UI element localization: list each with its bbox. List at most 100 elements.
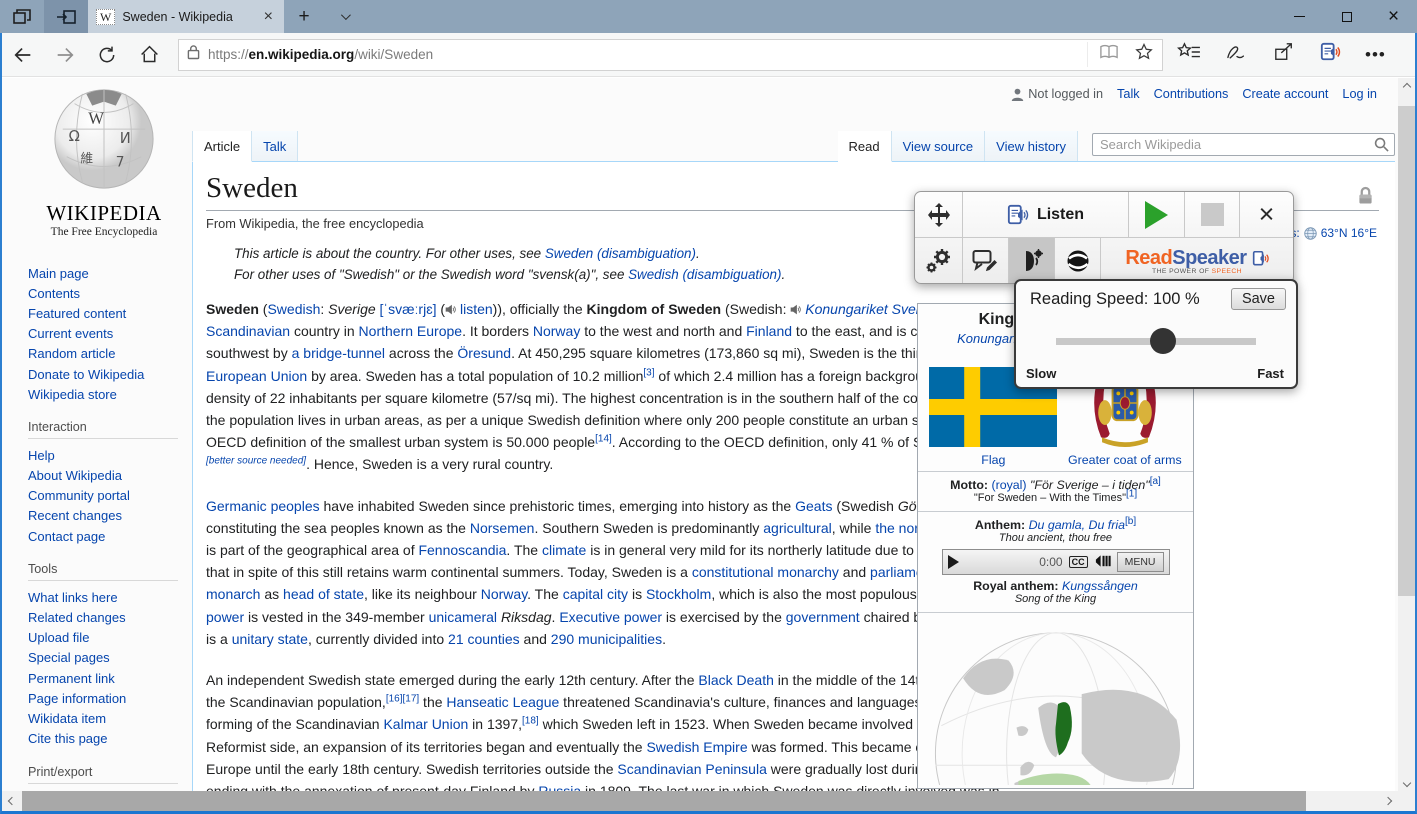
sidebar-link[interactable]: What links here [28, 587, 178, 607]
minimize-button[interactable] [1276, 0, 1323, 33]
reference-link[interactable]: [1] [1126, 488, 1137, 499]
personal-link-talk[interactable]: Talk [1117, 87, 1140, 101]
wiki-link[interactable]: unicameral [429, 609, 497, 625]
wiki-link[interactable]: Geats [795, 498, 832, 514]
wiki-link[interactable]: Sweden (disambiguation) [545, 246, 696, 261]
wiki-link[interactable]: Swedish (disambiguation) [628, 267, 781, 282]
wiki-link[interactable]: Fennoscandia [418, 542, 506, 558]
annotate-pen-icon[interactable] [1225, 42, 1249, 67]
wiki-link[interactable]: Finland [746, 323, 792, 339]
reference-link[interactable]: [18] [522, 716, 539, 727]
audio-play-icon[interactable] [947, 555, 959, 569]
sidebar-link[interactable]: Recent changes [28, 506, 178, 526]
horizontal-scroll-thumb[interactable] [22, 791, 1306, 811]
settings-gears-icon[interactable] [915, 238, 963, 283]
wiki-link[interactable]: Hanseatic League [446, 694, 559, 710]
sidebar-link[interactable]: Donate to Wikipedia [28, 364, 178, 384]
sidebar-link[interactable]: Permanent link [28, 668, 178, 688]
scroll-left-arrow[interactable] [2, 791, 22, 811]
wiki-link[interactable]: unitary state [232, 631, 308, 647]
back-icon[interactable] [2, 44, 44, 66]
drag-move-icon[interactable] [915, 192, 963, 237]
settings-more-icon[interactable]: ••• [1365, 45, 1386, 65]
wiki-link[interactable]: [ˈsvæːrjɛ] [380, 301, 437, 317]
sidebar-link[interactable]: Related changes [28, 607, 178, 627]
wiki-link[interactable]: monarch [206, 586, 260, 602]
personal-link-contributions[interactable]: Contributions [1154, 87, 1229, 101]
wiki-link[interactable]: Germanic peoples [206, 498, 320, 514]
forward-icon[interactable] [44, 44, 86, 66]
tab-article[interactable]: Article [192, 131, 253, 162]
tab-view-source[interactable]: View source [891, 131, 986, 161]
vertical-scroll-thumb[interactable] [1398, 106, 1415, 596]
wiki-link[interactable]: Black Death [698, 672, 773, 688]
wiki-link[interactable]: European Union [206, 368, 307, 384]
wiki-link[interactable]: Norsemen [470, 520, 535, 536]
play-button[interactable] [1129, 192, 1185, 237]
listen-button[interactable]: Listen [963, 192, 1129, 237]
tab-view-history[interactable]: View history [985, 131, 1078, 161]
volume-icon[interactable] [1094, 554, 1111, 571]
refresh-icon[interactable] [86, 45, 128, 65]
set-aside-tabs-icon[interactable] [44, 0, 88, 33]
reference-link[interactable]: [a] [1150, 476, 1161, 487]
flag-label[interactable]: Flag [929, 453, 1057, 467]
hub-favorites-icon[interactable] [1176, 42, 1201, 67]
wiki-link[interactable]: government [786, 609, 860, 625]
closed-captions-icon[interactable]: CC [1068, 556, 1088, 568]
wiki-link[interactable]: Kungssången [1062, 579, 1138, 593]
dictionary-bubble-icon[interactable] [963, 238, 1009, 283]
wiki-link[interactable]: Scandinavian Peninsula [617, 761, 766, 777]
tab-list-chevron-icon[interactable] [324, 0, 364, 33]
personal-link-log-in[interactable]: Log in [1342, 87, 1377, 101]
tab-close-icon[interactable]: × [261, 8, 276, 26]
speed-slider[interactable] [1056, 324, 1256, 364]
audio-menu-button[interactable]: MENU [1116, 552, 1164, 572]
page-protection-padlock-icon[interactable] [1358, 186, 1373, 210]
coat-of-arms-label[interactable]: Greater coat of arms [1068, 453, 1182, 467]
wiki-link[interactable]: climate [542, 542, 586, 558]
home-icon[interactable] [128, 44, 170, 65]
close-button[interactable]: × [1370, 0, 1417, 33]
personal-link-create-account[interactable]: Create account [1242, 87, 1328, 101]
tab-talk[interactable]: Talk [252, 131, 299, 161]
wiki-link[interactable]: Norway [481, 586, 527, 602]
wiki-link[interactable]: Stockholm [646, 586, 711, 602]
sidebar-link[interactable]: Main page [28, 263, 178, 283]
reference-link[interactable]: [3] [643, 367, 654, 378]
reading-view-icon[interactable] [1098, 43, 1120, 66]
wiki-link[interactable]: capital city [563, 586, 628, 602]
sidebar-link[interactable]: Wikipedia store [28, 384, 178, 404]
maximize-button[interactable] [1323, 0, 1370, 33]
share-icon[interactable] [1273, 42, 1295, 67]
close-toolbar-button[interactable]: × [1240, 192, 1293, 237]
sidebar-link[interactable]: Contents [28, 283, 178, 303]
wiki-link[interactable]: Du gamla, Du fria [1029, 518, 1125, 532]
wiki-link[interactable]: a bridge-tunnel [292, 345, 385, 361]
sidebar-link[interactable]: Upload file [28, 628, 178, 648]
browser-tab[interactable]: W Sweden - Wikipedia × [88, 0, 284, 33]
sidebar-link[interactable]: Featured content [28, 303, 178, 323]
sidebar-link[interactable]: Contact page [28, 526, 178, 546]
sidebar-link[interactable]: Current events [28, 324, 178, 344]
language-globe-icon[interactable] [1055, 238, 1101, 283]
readspeaker-extension-icon[interactable] [1319, 42, 1341, 67]
save-button[interactable]: Save [1230, 288, 1286, 310]
search-icon[interactable] [1374, 137, 1389, 157]
wiki-link[interactable]: 290 municipalities [551, 631, 662, 647]
wiki-link[interactable]: 21 counties [448, 631, 520, 647]
scroll-up-arrow[interactable] [1398, 78, 1415, 95]
favorite-star-icon[interactable] [1134, 42, 1154, 67]
reference-link[interactable]: [16][17] [386, 694, 419, 705]
sidebar-link[interactable]: About Wikipedia [28, 466, 178, 486]
wiki-link[interactable]: listen [460, 301, 493, 317]
slider-handle[interactable] [1150, 328, 1176, 354]
sidebar-link[interactable]: Special pages [28, 648, 178, 668]
vertical-scrollbar[interactable] [1398, 78, 1415, 791]
wiki-link[interactable]: Executive power [559, 609, 662, 625]
wiki-link[interactable]: constitutional monarchy [692, 564, 839, 580]
wiki-link[interactable]: Kalmar Union [383, 716, 468, 732]
wiki-link[interactable]: Northern Europe [359, 323, 463, 339]
tab-preview-icon[interactable] [0, 0, 44, 33]
sidebar-link[interactable]: Help [28, 445, 178, 465]
